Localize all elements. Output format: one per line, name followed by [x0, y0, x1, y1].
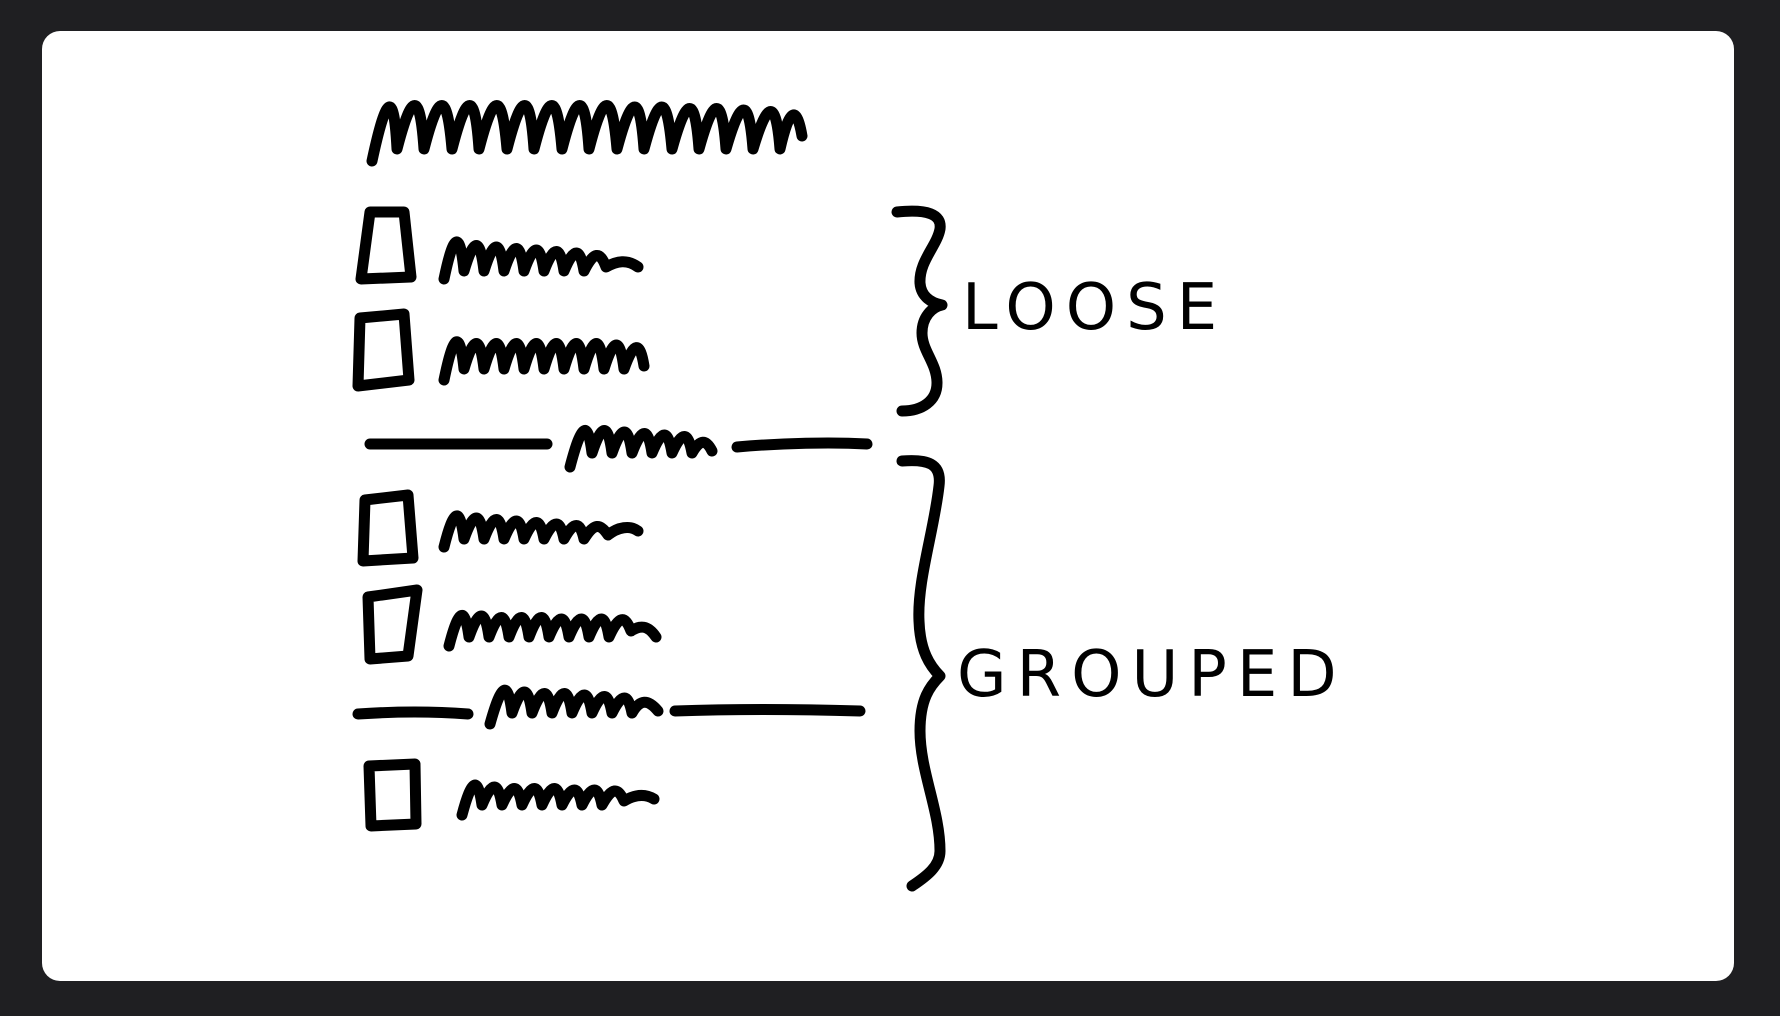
checkbox: [352, 308, 415, 392]
checkbox: [357, 489, 419, 567]
item-text-scribble: [438, 510, 644, 553]
loose-brace: [891, 205, 948, 417]
grouped-brace: [896, 455, 946, 892]
group-label-scribble: [484, 684, 664, 730]
checkbox: [362, 584, 423, 665]
grouped-label: GROUPED: [957, 638, 1347, 712]
group-label-scribble: [564, 425, 718, 473]
group-divider-line: [731, 437, 873, 453]
title-scribble: [366, 100, 808, 167]
checkbox: [355, 206, 417, 285]
group-divider-line: [352, 706, 474, 720]
item-text-scribble: [456, 779, 660, 821]
checkbox: [363, 758, 422, 832]
checklist-grouping-sketch: LOOSE GROUPED: [352, 100, 1347, 892]
item-text-scribble: [438, 336, 650, 386]
loose-label: LOOSE: [962, 271, 1227, 345]
group-divider-line: [669, 704, 866, 717]
sketch-card: LOOSE GROUPED: [42, 31, 1734, 981]
item-text-scribble: [443, 610, 662, 652]
item-text-scribble: [438, 236, 644, 285]
